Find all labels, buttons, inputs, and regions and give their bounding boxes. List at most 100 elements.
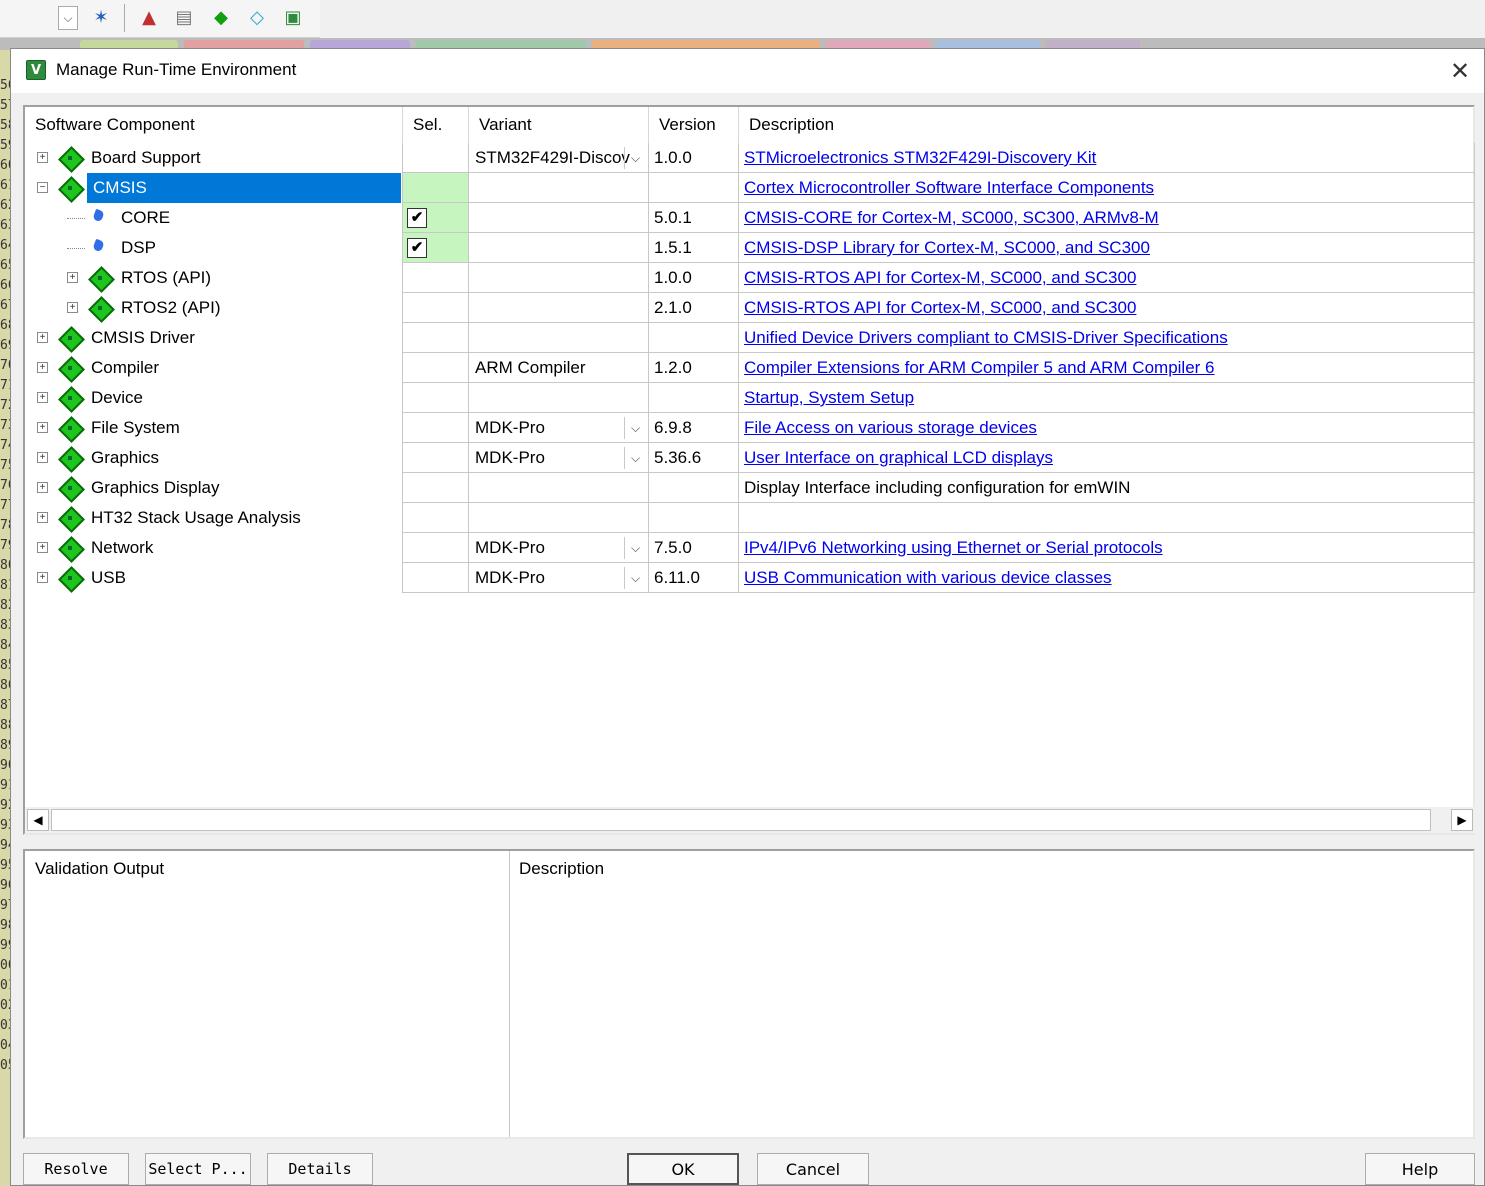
variant-cell[interactable]: [468, 473, 648, 503]
sel-cell[interactable]: ✔: [402, 203, 468, 233]
table-row[interactable]: − CMSIS Cortex Microcontroller Software In…: [25, 173, 1475, 203]
close-icon[interactable]: ✕: [1446, 57, 1474, 85]
variant-cell[interactable]: [468, 173, 648, 203]
expand-plus-icon[interactable]: +: [37, 452, 48, 463]
expand-plus-icon[interactable]: +: [37, 572, 48, 583]
sel-cell[interactable]: [402, 563, 468, 593]
select-checkbox[interactable]: ✔: [407, 238, 427, 258]
table-row[interactable]: + Compiler ARM Compiler 1.2.0 Compiler Exten…: [25, 353, 1475, 383]
expand-plus-icon[interactable]: +: [67, 302, 78, 313]
sel-cell[interactable]: [402, 533, 468, 563]
sel-cell[interactable]: ✔: [402, 233, 468, 263]
help-button[interactable]: Help: [1365, 1153, 1475, 1185]
description-link[interactable]: STMicroelectronics STM32F429I-Discovery …: [744, 148, 1096, 167]
description-link[interactable]: CMSIS-DSP Library for Cortex-M, SC000, a…: [744, 238, 1150, 257]
description-link[interactable]: Unified Device Drivers compliant to CMSI…: [744, 328, 1228, 347]
description-link[interactable]: Compiler Extensions for ARM Compiler 5 a…: [744, 358, 1215, 377]
select-checkbox[interactable]: ✔: [407, 208, 427, 228]
variant-cell[interactable]: [468, 383, 648, 413]
description-cell[interactable]: Cortex Microcontroller Software Interfac…: [738, 173, 1475, 203]
sel-cell[interactable]: [402, 293, 468, 323]
description-cell[interactable]: STMicroelectronics STM32F429I-Discovery …: [738, 143, 1475, 173]
component-cell[interactable]: CORE: [25, 203, 402, 233]
sel-cell[interactable]: [402, 143, 468, 173]
variant-cell[interactable]: MDK-Pro ⌵: [468, 563, 648, 593]
chevron-down-icon[interactable]: ⌵: [624, 447, 646, 469]
ide-target-dropdown[interactable]: ⌵: [58, 6, 78, 30]
table-row[interactable]: + Device Startup, System Setup: [25, 383, 1475, 413]
description-link[interactable]: IPv4/IPv6 Networking using Ethernet or S…: [744, 538, 1163, 557]
description-link[interactable]: CMSIS-CORE for Cortex-M, SC000, SC300, A…: [744, 208, 1159, 227]
variant-cell[interactable]: MDK-Pro ⌵: [468, 413, 648, 443]
component-cell[interactable]: + Compiler: [25, 353, 402, 383]
sel-cell[interactable]: [402, 263, 468, 293]
sel-cell[interactable]: [402, 503, 468, 533]
variant-cell[interactable]: MDK-Pro ⌵: [468, 443, 648, 473]
description-link[interactable]: CMSIS-RTOS API for Cortex-M, SC000, and …: [744, 298, 1136, 317]
window-layers-icon[interactable]: ▤: [171, 4, 197, 30]
validation-divider[interactable]: [509, 851, 510, 1137]
ok-button[interactable]: OK: [627, 1153, 739, 1185]
table-row[interactable]: + Graphics Display Display Interface inclu…: [25, 473, 1475, 503]
table-row[interactable]: + Graphics MDK-Pro ⌵ 5.36.6 User Interface on…: [25, 443, 1475, 473]
table-row[interactable]: + File System MDK-Pro ⌵ 6.9.8 File Access on …: [25, 413, 1475, 443]
header-description[interactable]: Description: [738, 107, 1475, 143]
expand-plus-icon[interactable]: +: [37, 482, 48, 493]
expand-plus-icon[interactable]: +: [37, 422, 48, 433]
variant-cell[interactable]: [468, 293, 648, 323]
description-cell[interactable]: User Interface on graphical LCD displays: [738, 443, 1475, 473]
sel-cell[interactable]: [402, 413, 468, 443]
table-row[interactable]: + USB MDK-Pro ⌵ 6.11.0 USB Communication with…: [25, 563, 1475, 593]
description-cell[interactable]: USB Communication with various device cl…: [738, 563, 1475, 593]
manage-rte-icon[interactable]: ◆: [208, 4, 234, 30]
component-cell[interactable]: + Graphics Display: [25, 473, 402, 503]
sel-cell[interactable]: [402, 473, 468, 503]
variant-cell[interactable]: ARM Compiler: [468, 353, 648, 383]
table-row[interactable]: + CMSIS Driver Unified Device Drivers comp…: [25, 323, 1475, 353]
component-cell[interactable]: + Graphics: [25, 443, 402, 473]
scroll-left-icon[interactable]: ◀: [27, 809, 49, 831]
collapse-minus-icon[interactable]: −: [37, 182, 48, 193]
table-row[interactable]: + Network MDK-Pro ⌵ 7.5.0 IPv4/IPv6 Networkin…: [25, 533, 1475, 563]
expand-plus-icon[interactable]: +: [37, 362, 48, 373]
sel-cell[interactable]: [402, 173, 468, 203]
description-cell[interactable]: Compiler Extensions for ARM Compiler 5 a…: [738, 353, 1475, 383]
description-link[interactable]: User Interface on graphical LCD displays: [744, 448, 1053, 467]
component-cell[interactable]: + Board Support: [25, 143, 402, 173]
header-software-component[interactable]: Software Component: [25, 107, 402, 143]
expand-plus-icon[interactable]: +: [37, 152, 48, 163]
expand-plus-icon[interactable]: +: [67, 272, 78, 283]
description-link[interactable]: File Access on various storage devices: [744, 418, 1037, 437]
table-row[interactable]: + HT32 Stack Usage Analysis: [25, 503, 1475, 533]
horizontal-scrollbar[interactable]: ◀ ▶: [25, 807, 1475, 833]
component-cell[interactable]: DSP: [25, 233, 402, 263]
variant-cell[interactable]: STM32F429I-Discov ⌵: [468, 143, 648, 173]
table-row[interactable]: DSP ✔ 1.5.1 CMSIS-DSP Library for Cortex-M,…: [25, 233, 1475, 263]
description-link[interactable]: USB Communication with various device cl…: [744, 568, 1112, 587]
variant-cell[interactable]: [468, 503, 648, 533]
sel-cell[interactable]: [402, 353, 468, 383]
table-row[interactable]: + RTOS (API) 1.0.0 CMSIS-RTOS API for Corte…: [25, 263, 1475, 293]
diamond-gem-icon[interactable]: ◇: [244, 4, 270, 30]
description-cell[interactable]: CMSIS-RTOS API for Cortex-M, SC000, and …: [738, 263, 1475, 293]
scroll-thumb[interactable]: [51, 809, 1431, 831]
sel-cell[interactable]: [402, 323, 468, 353]
description-link[interactable]: Startup, System Setup: [744, 388, 914, 407]
variant-cell[interactable]: [468, 233, 648, 263]
description-link[interactable]: CMSIS-RTOS API for Cortex-M, SC000, and …: [744, 268, 1136, 287]
expand-plus-icon[interactable]: +: [37, 392, 48, 403]
description-cell[interactable]: Startup, System Setup: [738, 383, 1475, 413]
cancel-button[interactable]: Cancel: [757, 1153, 869, 1185]
sel-cell[interactable]: [402, 443, 468, 473]
description-link[interactable]: Cortex Microcontroller Software Interfac…: [744, 178, 1154, 197]
scroll-right-icon[interactable]: ▶: [1451, 809, 1473, 831]
component-cell[interactable]: + HT32 Stack Usage Analysis: [25, 503, 402, 533]
header-version[interactable]: Version: [648, 107, 738, 143]
description-cell[interactable]: CMSIS-CORE for Cortex-M, SC000, SC300, A…: [738, 203, 1475, 233]
variant-cell[interactable]: [468, 263, 648, 293]
resolve-button[interactable]: Resolve: [23, 1153, 129, 1185]
description-cell[interactable]: CMSIS-RTOS API for Cortex-M, SC000, and …: [738, 293, 1475, 323]
description-cell[interactable]: File Access on various storage devices: [738, 413, 1475, 443]
magic-wand-icon[interactable]: ✶: [88, 4, 114, 30]
component-cell[interactable]: + RTOS2 (API): [25, 293, 402, 323]
